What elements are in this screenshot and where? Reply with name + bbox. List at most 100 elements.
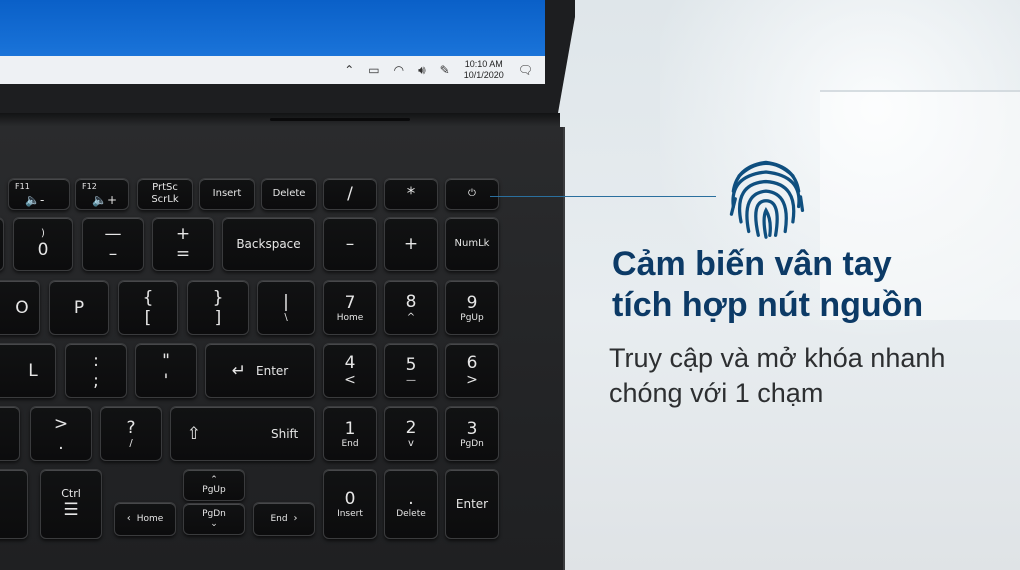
key-numlock[interactable]: NumLk bbox=[445, 217, 499, 271]
key-numpad-7[interactable]: 7 Home bbox=[323, 280, 377, 335]
chevron-right-icon: › bbox=[293, 513, 298, 524]
key-minus-top: — bbox=[104, 224, 122, 244]
callout-subtitle-line1: Truy cập và mở khóa nhanh bbox=[609, 343, 946, 373]
key-l[interactable]: L bbox=[0, 343, 56, 398]
key-backspace[interactable]: Backspace bbox=[222, 217, 315, 271]
chevron-left-icon: ‹ bbox=[126, 513, 131, 524]
key-right-bracket[interactable]: } ] bbox=[187, 280, 249, 335]
enter-arrow-icon: ↵ bbox=[231, 360, 247, 381]
key-shift-label: Shift bbox=[270, 426, 299, 441]
key-np0-main: 0 bbox=[344, 489, 356, 509]
key-np3-sub: PgDn bbox=[460, 438, 484, 449]
key-right-shift[interactable]: ⇧ Shift bbox=[170, 406, 315, 461]
key-np9-sub: PgUp bbox=[460, 312, 484, 323]
key-np5-main: 5 bbox=[405, 354, 417, 375]
key-power-fingerprint[interactable]: ⏻ bbox=[445, 178, 499, 210]
chevron-up-icon[interactable]: ⌃ bbox=[344, 63, 354, 77]
notification-icon[interactable]: 🗨︎ bbox=[518, 63, 533, 77]
key-left-bracket[interactable]: { [ bbox=[118, 280, 178, 335]
key-f12[interactable]: F12 🔈+ bbox=[75, 178, 129, 210]
menu-icon: ☰ bbox=[63, 500, 79, 520]
key-p[interactable]: P bbox=[49, 280, 109, 335]
volume-up-icon: 🔈+ bbox=[92, 193, 117, 207]
key-numpad-4[interactable]: 4 < bbox=[323, 343, 377, 398]
callout-title-line2: tích hợp nút nguồn bbox=[612, 286, 924, 324]
key-home-label: Home bbox=[136, 514, 164, 524]
key-home[interactable]: ‹ Home bbox=[114, 502, 176, 536]
key-enter[interactable]: ↵ Enter bbox=[205, 343, 315, 398]
key-end[interactable]: End › bbox=[253, 502, 315, 536]
key-rbracket-main: ] bbox=[214, 307, 222, 328]
key-partial-9[interactable] bbox=[0, 217, 4, 271]
clock-time: 10:10 AM bbox=[464, 59, 503, 69]
key-prtsc[interactable]: PrtSc ScrLk bbox=[137, 178, 193, 210]
key-question-main: / bbox=[129, 437, 133, 449]
key-end-label: End bbox=[270, 514, 288, 524]
key-numpad-9[interactable]: 9 PgUp bbox=[445, 280, 499, 335]
key-numpad-6[interactable]: 6 > bbox=[445, 343, 499, 398]
callout-subtitle: Truy cập và mở khóa nhanh chóng với 1 ch… bbox=[609, 341, 1009, 411]
key-numpad-minus-label: – bbox=[345, 234, 355, 254]
key-0[interactable]: ) 0 bbox=[13, 217, 73, 271]
key-numpad-0[interactable]: 0 Insert bbox=[323, 469, 377, 539]
key-numpad-2[interactable]: 2 v bbox=[384, 406, 438, 461]
key-numpad-8[interactable]: 8 ^ bbox=[384, 280, 438, 335]
arrow-up-icon: ^ bbox=[406, 311, 416, 323]
key-quote[interactable]: " ' bbox=[135, 343, 197, 398]
key-period-top: > bbox=[53, 413, 69, 434]
key-pgup[interactable]: ⌃ PgUp bbox=[183, 469, 245, 501]
key-period[interactable]: > . bbox=[30, 406, 92, 461]
key-numpad-asterisk[interactable]: * bbox=[384, 178, 438, 210]
key-equals-main: = bbox=[175, 244, 191, 264]
taskbar-clock[interactable]: 10:10 AM 10/1/2020 bbox=[464, 59, 504, 81]
key-scrlk-label: ScrLk bbox=[151, 194, 179, 205]
wifi-icon[interactable]: ◠ bbox=[394, 63, 404, 77]
key-numpad-dot[interactable]: . Delete bbox=[384, 469, 438, 539]
key-partial-alt[interactable] bbox=[0, 469, 28, 539]
key-numpad-plus-label: + bbox=[403, 234, 419, 254]
key-semicolon[interactable]: : ; bbox=[65, 343, 127, 398]
key-p-label: P bbox=[73, 297, 85, 318]
key-o[interactable]: O bbox=[0, 280, 40, 335]
key-numpad-5[interactable]: 5 — bbox=[384, 343, 438, 398]
key-semicolon-main: ; bbox=[93, 370, 99, 391]
key-np8-main: 8 bbox=[405, 291, 417, 312]
key-backslash[interactable]: | \ bbox=[257, 280, 315, 335]
key-numpad-enter[interactable]: Enter bbox=[445, 469, 499, 539]
power-icon: ⏻ bbox=[468, 188, 476, 199]
key-numpad-3[interactable]: 3 PgDn bbox=[445, 406, 499, 461]
key-0-top: ) bbox=[41, 228, 45, 239]
key-quote-main: ' bbox=[163, 370, 169, 391]
key-slash-label: / bbox=[347, 184, 353, 204]
pen-icon[interactable]: ✎ bbox=[440, 63, 450, 77]
key-minus[interactable]: — – bbox=[82, 217, 144, 271]
key-backslash-main: \ bbox=[284, 311, 288, 323]
key-question-top: ? bbox=[126, 417, 136, 438]
key-numpad-slash[interactable]: / bbox=[323, 178, 377, 210]
key-numpad-plus[interactable]: + bbox=[384, 217, 438, 271]
key-numpad-1[interactable]: 1 End bbox=[323, 406, 377, 461]
laptop: ⌃ ▭ ◠ 🔊︎ ✎ 10:10 AM 10/1/2020 🗨︎ F11 🔈- … bbox=[0, 0, 575, 570]
key-lbracket-top: { bbox=[142, 287, 154, 308]
callout-title-line1: Cảm biến vân tay bbox=[612, 245, 892, 283]
key-equals[interactable]: + = bbox=[152, 217, 214, 271]
key-pgdn[interactable]: PgDn ⌄ bbox=[183, 503, 245, 535]
key-np7-sub: Home bbox=[336, 312, 364, 323]
fingerprint-icon bbox=[729, 160, 805, 239]
key-numpad-minus[interactable]: – bbox=[323, 217, 377, 271]
volume-icon[interactable]: 🔊︎ bbox=[418, 63, 426, 78]
laptop-lid: ⌃ ▭ ◠ 🔊︎ ✎ 10:10 AM 10/1/2020 🗨︎ bbox=[0, 0, 575, 113]
windows-taskbar: ⌃ ▭ ◠ 🔊︎ ✎ 10:10 AM 10/1/2020 🗨︎ bbox=[0, 56, 545, 84]
key-partial-m[interactable] bbox=[0, 406, 20, 461]
key-asterisk-label: * bbox=[406, 184, 416, 204]
key-f11[interactable]: F11 🔈- bbox=[8, 178, 70, 210]
key-question[interactable]: ? / bbox=[100, 406, 162, 461]
key-np1-sub: End bbox=[341, 438, 359, 449]
key-delete[interactable]: Delete bbox=[261, 178, 317, 210]
chevron-down-small-icon: ⌄ bbox=[210, 519, 218, 529]
key-ctrl[interactable]: Ctrl ☰ bbox=[40, 469, 102, 539]
callout-subtitle-line2: chóng với 1 chạm bbox=[609, 378, 824, 408]
battery-icon[interactable]: ▭ bbox=[368, 63, 379, 77]
key-f12-label: F12 bbox=[82, 182, 97, 191]
key-insert[interactable]: Insert bbox=[199, 178, 255, 210]
